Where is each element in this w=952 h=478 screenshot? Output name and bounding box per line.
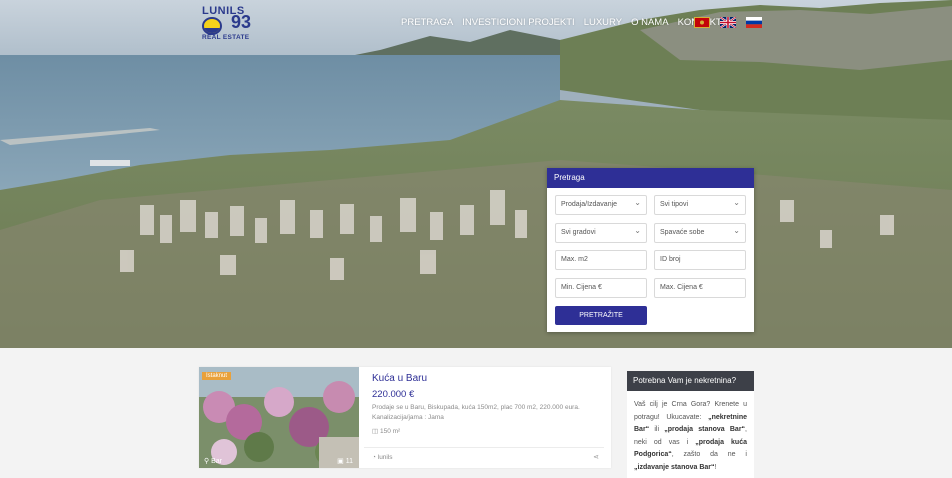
- type-select[interactable]: Prodaja/Izdavanje: [555, 195, 647, 215]
- listing-location: ⚲ Bar: [204, 457, 222, 465]
- search-panel: Pretraga Prodaja/Izdavanje Svi tipovi Sv…: [547, 168, 754, 332]
- listing-area-text: 150 m²: [379, 428, 401, 435]
- listing-area: ◫ 150 m²: [372, 427, 400, 435]
- flag-russia-icon[interactable]: [746, 17, 762, 28]
- hero-aerial-photo: [0, 0, 952, 348]
- user-icon: ◔: [372, 454, 376, 461]
- sidebar-box-title: Potrebna Vam je nekretnina?: [627, 371, 754, 391]
- sidebar-text-part: !: [714, 463, 717, 471]
- sidebar-box-text: Vaš cilj je Crna Gora? Krenete u potragu…: [627, 391, 754, 474]
- nav-item-luxury[interactable]: LUXURY: [584, 17, 622, 28]
- listing-location-text: Bar: [211, 458, 222, 465]
- camera-icon: ▣: [337, 458, 344, 465]
- featured-badge: Istaknut: [202, 372, 232, 380]
- share-icon[interactable]: ⋖: [593, 453, 599, 461]
- logo-emblem-icon: [202, 17, 222, 35]
- flag-uk-icon[interactable]: [720, 17, 736, 28]
- min-price-input[interactable]: Min. Cijena €: [555, 278, 647, 298]
- nav-item-o-nama[interactable]: O NAMA: [631, 17, 668, 28]
- location-pin-icon: ⚲: [204, 458, 210, 465]
- id-input[interactable]: ID broj: [654, 250, 746, 270]
- max-m2-input[interactable]: Max. m2: [555, 250, 647, 270]
- main-nav: PRETRAGA INVESTICIONI PROJEKTI LUXURY O …: [401, 17, 731, 28]
- city-select[interactable]: Svi gradovi: [555, 223, 647, 243]
- area-icon: ◫: [372, 428, 379, 435]
- listing-agent[interactable]: ◔ lunils: [372, 454, 393, 461]
- photo-count: ▣ 11: [337, 457, 353, 465]
- nav-item-investicioni-projekti[interactable]: INVESTICIONI PROJEKTI: [462, 17, 574, 28]
- search-button[interactable]: PRETRAŽITE: [555, 306, 647, 325]
- logo-subtitle: REAL ESTATE: [202, 34, 250, 41]
- logo-number: 93: [231, 12, 252, 32]
- sidebar-text-part: , zašto da ne i: [671, 451, 747, 458]
- listing-divider: [364, 447, 604, 448]
- listing-title[interactable]: Kuća u Baru: [372, 373, 427, 384]
- top-navigation-bar: LUNILS 93 REAL ESTATE PRETRAGA INVESTICI…: [0, 0, 952, 50]
- listing-photo-image: [199, 367, 359, 468]
- listing-price: 220.000 €: [372, 389, 415, 400]
- sidebar-keyword: „izdavanje stanova Bar“: [634, 463, 715, 471]
- sidebar-keyword: „prodaja stanova Bar“: [664, 426, 746, 433]
- bedrooms-select[interactable]: Spavaće sobe: [654, 223, 746, 243]
- nav-item-pretraga[interactable]: PRETRAGA: [401, 17, 453, 28]
- sidebar-text-part: ili: [649, 426, 665, 433]
- listing-agent-text: lunils: [377, 454, 393, 461]
- search-panel-title: Pretraga: [547, 168, 754, 188]
- flag-montenegro-icon[interactable]: [694, 17, 710, 28]
- listing-photo[interactable]: Istaknut ⚲ Bar ▣ 11: [199, 367, 359, 468]
- hero-banner: LUNILS 93 REAL ESTATE PRETRAGA INVESTICI…: [0, 0, 952, 348]
- photo-count-text: 11: [345, 458, 353, 465]
- category-select[interactable]: Svi tipovi: [654, 195, 746, 215]
- listing-description: Prodaje se u Baru, Biskupada, kuća 150m2…: [372, 404, 580, 421]
- listing-card[interactable]: Istaknut ⚲ Bar ▣ 11 Kuća u Baru 220.000 …: [199, 367, 611, 468]
- max-price-input[interactable]: Max. Cijena €: [654, 278, 746, 298]
- info-sidebar-box: Potrebna Vam je nekretnina? Vaš cilj je …: [627, 371, 754, 478]
- company-logo[interactable]: LUNILS 93 REAL ESTATE: [201, 5, 259, 42]
